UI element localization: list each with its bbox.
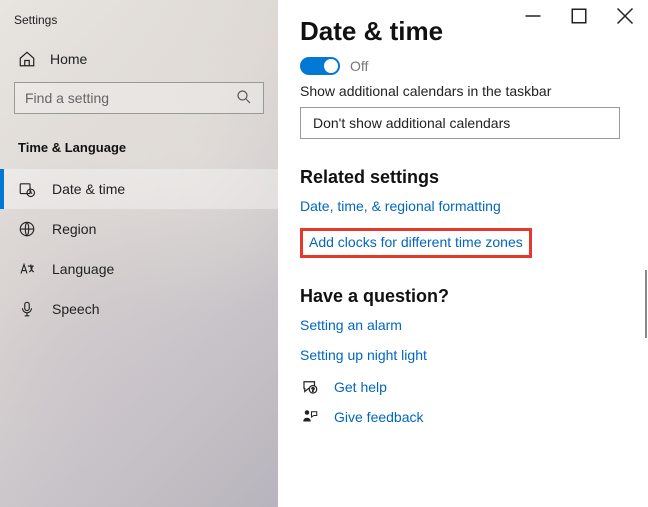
question-heading: Have a question? (300, 286, 626, 307)
link-setting-alarm[interactable]: Setting an alarm (300, 317, 626, 333)
related-settings-heading: Related settings (300, 167, 626, 188)
sidebar-item-label: Speech (52, 301, 99, 317)
feedback-row[interactable]: Give feedback (300, 407, 626, 427)
scrollbar-thumb[interactable] (645, 270, 647, 338)
language-icon (18, 260, 36, 278)
sidebar-item-label: Region (52, 221, 96, 237)
nav-home-label: Home (50, 51, 87, 67)
sidebar: Settings Home Time & Language Date & tim… (0, 0, 278, 507)
help-icon: ? (300, 377, 320, 397)
toggle-switch[interactable] (300, 57, 340, 75)
sidebar-item-label: Date & time (52, 181, 125, 197)
additional-calendars-dropdown[interactable]: Don't show additional calendars (300, 107, 620, 139)
toggle-row: Off (300, 57, 626, 75)
link-add-clocks[interactable]: Add clocks for different time zones (309, 234, 523, 250)
search-box[interactable] (14, 82, 264, 114)
settings-window: Settings Home Time & Language Date & tim… (0, 0, 648, 507)
dropdown-value: Don't show additional calendars (313, 115, 510, 131)
nav-home[interactable]: Home (0, 40, 278, 82)
sidebar-section-title: Time & Language (0, 134, 278, 169)
minimize-button[interactable] (510, 0, 556, 32)
search-input[interactable] (25, 90, 235, 106)
globe-icon (18, 220, 36, 238)
link-night-light[interactable]: Setting up night light (300, 347, 626, 363)
feedback-icon (300, 407, 320, 427)
sidebar-item-language[interactable]: Language (0, 249, 278, 289)
sidebar-item-speech[interactable]: Speech (0, 289, 278, 329)
link-give-feedback[interactable]: Give feedback (334, 409, 424, 425)
svg-text:?: ? (312, 388, 315, 394)
window-controls (510, 0, 648, 32)
highlight-annotation: Add clocks for different time zones (300, 228, 532, 258)
link-date-time-regional[interactable]: Date, time, & regional formatting (300, 198, 626, 214)
sidebar-item-date-time[interactable]: Date & time (0, 169, 278, 209)
main-panel: Date & time Off Show additional calendar… (278, 0, 648, 507)
home-icon (18, 50, 36, 68)
app-title: Settings (0, 0, 278, 40)
content-area: Date & time Off Show additional calendar… (278, 0, 648, 507)
link-get-help[interactable]: Get help (334, 379, 387, 395)
toggle-state: Off (350, 58, 368, 74)
additional-calendars-label: Show additional calendars in the taskbar (300, 83, 626, 99)
sidebar-item-region[interactable]: Region (0, 209, 278, 249)
get-help-row[interactable]: ? Get help (300, 377, 626, 397)
microphone-icon (18, 300, 36, 318)
maximize-button[interactable] (556, 0, 602, 32)
sidebar-item-label: Language (52, 261, 114, 277)
search-icon (235, 88, 253, 109)
close-button[interactable] (602, 0, 648, 32)
clock-calendar-icon (18, 180, 36, 198)
